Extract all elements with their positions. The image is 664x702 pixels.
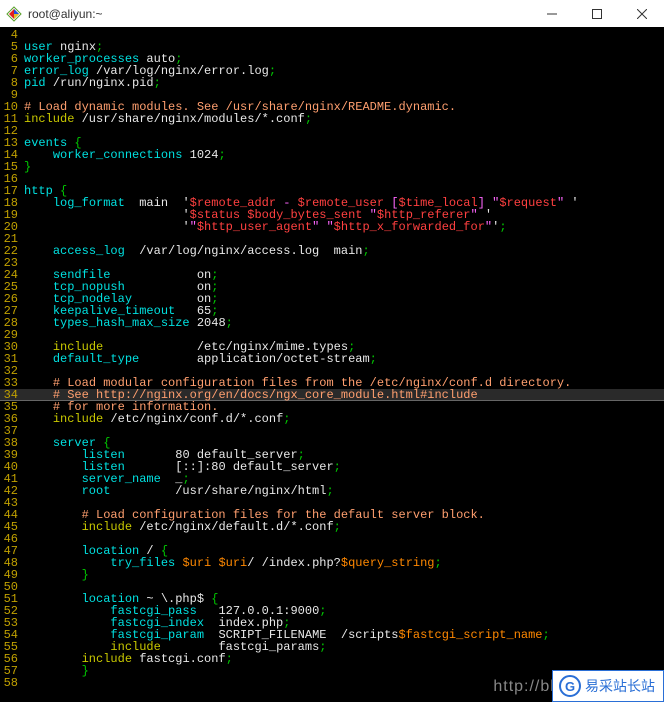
badge-icon: G xyxy=(559,675,581,697)
code-line[interactable]: 12 xyxy=(0,125,664,137)
window-controls xyxy=(529,0,664,27)
code-line[interactable]: 28 types_hash_max_size 2048; xyxy=(0,317,664,329)
code-line[interactable]: 15} xyxy=(0,161,664,173)
code-content[interactable]: worker_connections 1024; xyxy=(24,149,664,161)
code-line[interactable]: 36 include /etc/nginx/conf.d/*.conf; xyxy=(0,413,664,425)
code-content[interactable]: } xyxy=(24,161,664,173)
code-content[interactable] xyxy=(24,29,664,41)
code-content[interactable]: include fastcgi.conf; xyxy=(24,653,664,665)
code-content[interactable]: pid /run/nginx.pid; xyxy=(24,77,664,89)
code-content[interactable] xyxy=(24,425,664,437)
code-line[interactable]: 56 include fastcgi.conf; xyxy=(0,653,664,665)
code-line[interactable]: 42 root /usr/share/nginx/html; xyxy=(0,485,664,497)
line-number: 34 xyxy=(0,389,24,400)
code-line[interactable]: 31 default_type application/octet-stream… xyxy=(0,353,664,365)
code-line[interactable]: 11include /usr/share/nginx/modules/*.con… xyxy=(0,113,664,125)
code-line[interactable]: 16 xyxy=(0,173,664,185)
code-line[interactable]: 48 try_files $uri $uri/ /index.php?$quer… xyxy=(0,557,664,569)
maximize-button[interactable] xyxy=(574,0,619,27)
line-number: 58 xyxy=(0,677,24,689)
code-line[interactable]: 49 } xyxy=(0,569,664,581)
code-content[interactable]: types_hash_max_size 2048; xyxy=(24,317,664,329)
site-badge: G 易采站长站 xyxy=(552,670,664,702)
code-content[interactable]: try_files $uri $uri/ /index.php?$query_s… xyxy=(24,557,664,569)
code-content[interactable]: include /etc/nginx/conf.d/*.conf; xyxy=(24,413,664,425)
code-line[interactable]: 22 access_log /var/log/nginx/access.log … xyxy=(0,245,664,257)
code-content[interactable]: '"$http_user_agent" "$http_x_forwarded_f… xyxy=(24,221,664,233)
code-content[interactable]: include /usr/share/nginx/modules/*.conf; xyxy=(24,113,664,125)
window-title: root@aliyun:~ xyxy=(28,7,103,21)
title-bar[interactable]: root@aliyun:~ xyxy=(0,0,664,27)
code-line[interactable]: 8pid /run/nginx.pid; xyxy=(0,77,664,89)
code-content[interactable] xyxy=(24,125,664,137)
badge-text: 易采站长站 xyxy=(585,676,655,696)
minimize-button[interactable] xyxy=(529,0,574,27)
code-content[interactable]: include /etc/nginx/default.d/*.conf; xyxy=(24,521,664,533)
code-line[interactable]: 45 include /etc/nginx/default.d/*.conf; xyxy=(0,521,664,533)
code-line[interactable]: 20 '"$http_user_agent" "$http_x_forwarde… xyxy=(0,221,664,233)
code-content[interactable]: root /usr/share/nginx/html; xyxy=(24,485,664,497)
app-icon xyxy=(6,6,22,22)
code-content[interactable]: } xyxy=(24,569,664,581)
editor-viewport[interactable]: 45user nginx;6worker_processes auto;7err… xyxy=(0,27,664,702)
close-button[interactable] xyxy=(619,0,664,27)
code-content[interactable] xyxy=(24,173,664,185)
code-content[interactable]: default_type application/octet-stream; xyxy=(24,353,664,365)
code-line[interactable]: 14 worker_connections 1024; xyxy=(0,149,664,161)
code-content[interactable]: access_log /var/log/nginx/access.log mai… xyxy=(24,245,664,257)
code-content[interactable]: # See http://nginx.org/en/docs/ngx_core_… xyxy=(24,389,664,400)
